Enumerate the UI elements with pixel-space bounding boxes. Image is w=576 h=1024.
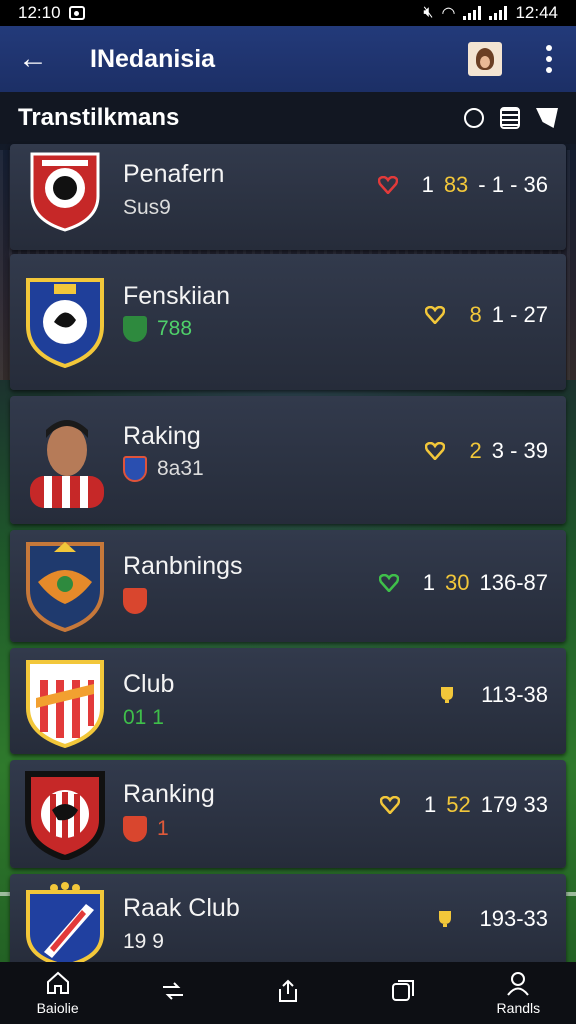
trophy-icon xyxy=(439,911,452,927)
stat-a: 1 xyxy=(423,792,437,817)
list-item[interactable]: Ranking 1 1 52 179 33 xyxy=(10,760,566,868)
club-name: Ranbnings xyxy=(123,552,243,580)
club-crest-blue-stars-shield xyxy=(24,882,106,966)
nav-home[interactable]: Baiolie xyxy=(13,970,103,1016)
status-time-right: 12:44 xyxy=(515,3,558,22)
stat-c: 1 - 27 xyxy=(491,302,548,327)
club-stats: 193-33 xyxy=(435,906,548,932)
stat-b: 8 xyxy=(469,302,482,327)
cards-icon xyxy=(392,980,415,1001)
circle-icon[interactable] xyxy=(464,108,484,128)
stat-c: 179 33 xyxy=(480,792,548,817)
heart-icon xyxy=(425,306,446,324)
nav-share[interactable] xyxy=(243,978,333,1008)
club-stats: 1 52 179 33 xyxy=(379,792,548,818)
list-item[interactable]: Raking 8a31 2 3 - 39 xyxy=(10,396,566,524)
club-crest-red-shield xyxy=(24,150,106,232)
stat-c: 113-38 xyxy=(481,682,548,707)
club-sub: 01 1 xyxy=(123,706,164,729)
club-sub: 788 xyxy=(157,317,193,340)
stat-c: 136-87 xyxy=(479,570,548,595)
nav-cards[interactable] xyxy=(358,978,448,1008)
club-name: Raak Club xyxy=(123,894,240,922)
mini-badge-icon xyxy=(123,588,147,614)
heart-icon xyxy=(378,574,399,592)
list-item[interactable]: Fenskiian 788 8 1 - 27 xyxy=(10,254,566,390)
club-crest-black-shield xyxy=(24,770,106,860)
stat-a: 1 xyxy=(421,172,434,197)
nav-transfer[interactable] xyxy=(128,978,218,1008)
stat-b: 83 xyxy=(443,172,469,197)
mini-badge-icon xyxy=(123,456,147,482)
club-stats: 113-38 xyxy=(437,682,548,708)
club-crest-blue-shield xyxy=(24,274,106,368)
club-stats: 8 1 - 27 xyxy=(425,302,548,328)
club-sub-row xyxy=(123,588,157,614)
app-title: INedanisia xyxy=(90,44,216,73)
share-icon xyxy=(278,979,297,1002)
stat-c: - 1 - 36 xyxy=(478,172,548,197)
tag-icon[interactable] xyxy=(536,108,558,128)
heart-icon xyxy=(377,176,398,194)
transfer-icon xyxy=(162,982,183,1000)
heart-icon xyxy=(379,796,400,814)
user-avatar[interactable] xyxy=(468,42,502,76)
list-item[interactable]: Penafern Sus9 1 83 - 1 - 36 xyxy=(10,144,566,250)
trophy-icon xyxy=(441,687,454,703)
list-item[interactable]: Club 01 1 113-38 xyxy=(10,648,566,754)
list-item[interactable]: Raak Club 19 9 193-33 xyxy=(10,874,566,966)
heart-icon xyxy=(425,442,446,460)
mini-badge-icon xyxy=(123,316,147,342)
stat-c: 193-33 xyxy=(479,906,548,931)
status-bar: 12:10 🔇︎ ◠ 12:44 xyxy=(0,0,576,26)
list-item[interactable]: Ranbnings 1 30 136-87 xyxy=(10,530,566,642)
notification-icon xyxy=(68,6,85,20)
club-name: Ranking xyxy=(123,780,215,808)
club-sub-row: 8a31 xyxy=(123,456,204,482)
club-sub: 8a31 xyxy=(157,457,204,480)
club-crest-striped-shield xyxy=(24,658,106,748)
club-stats: 1 83 - 1 - 36 xyxy=(377,172,548,198)
nav-label: Randls xyxy=(496,1000,541,1016)
nav-label: Baiolie xyxy=(36,1000,79,1016)
stat-a: 1 xyxy=(422,570,435,595)
club-name: Raking xyxy=(123,422,201,450)
club-crest-eagle-shield xyxy=(24,538,106,632)
player-avatar xyxy=(24,410,110,508)
stat-b: 2 xyxy=(469,438,482,463)
profile-icon xyxy=(507,972,530,996)
mute-icon: 🔇︎ xyxy=(423,4,434,21)
app-bar: ← INedanisia xyxy=(0,26,576,92)
club-sub: 1 xyxy=(157,817,169,840)
signal-icon xyxy=(463,6,482,20)
status-time-left: 12:10 xyxy=(18,3,61,22)
wifi-icon: ◠ xyxy=(441,5,456,22)
stat-b: 52 xyxy=(446,792,471,817)
stat-b: 30 xyxy=(445,570,470,595)
signal-icon-2 xyxy=(489,6,508,20)
club-name: Club xyxy=(123,670,175,698)
coins-icon[interactable] xyxy=(500,107,520,129)
club-sub-row: 788 xyxy=(123,316,192,342)
stat-c: 3 - 39 xyxy=(491,438,548,463)
club-stats: 2 3 - 39 xyxy=(425,438,548,464)
club-name: Penafern xyxy=(123,160,225,188)
club-name: Fenskiian xyxy=(123,282,230,310)
mini-badge-icon xyxy=(123,816,147,842)
home-icon xyxy=(46,971,69,994)
back-arrow-icon[interactable]: ← xyxy=(18,42,58,76)
club-stats: 1 30 136-87 xyxy=(378,570,548,596)
more-menu-icon[interactable] xyxy=(540,45,558,73)
club-sub: 19 9 xyxy=(123,930,164,953)
bottom-nav: Baiolie Randls xyxy=(0,962,576,1024)
section-title: Transtilkmans xyxy=(18,104,180,131)
club-sub-row: 1 xyxy=(123,816,169,842)
nav-profile[interactable]: Randls xyxy=(473,970,563,1016)
club-sub: Sus9 xyxy=(123,196,171,219)
section-header: Transtilkmans xyxy=(0,92,576,144)
